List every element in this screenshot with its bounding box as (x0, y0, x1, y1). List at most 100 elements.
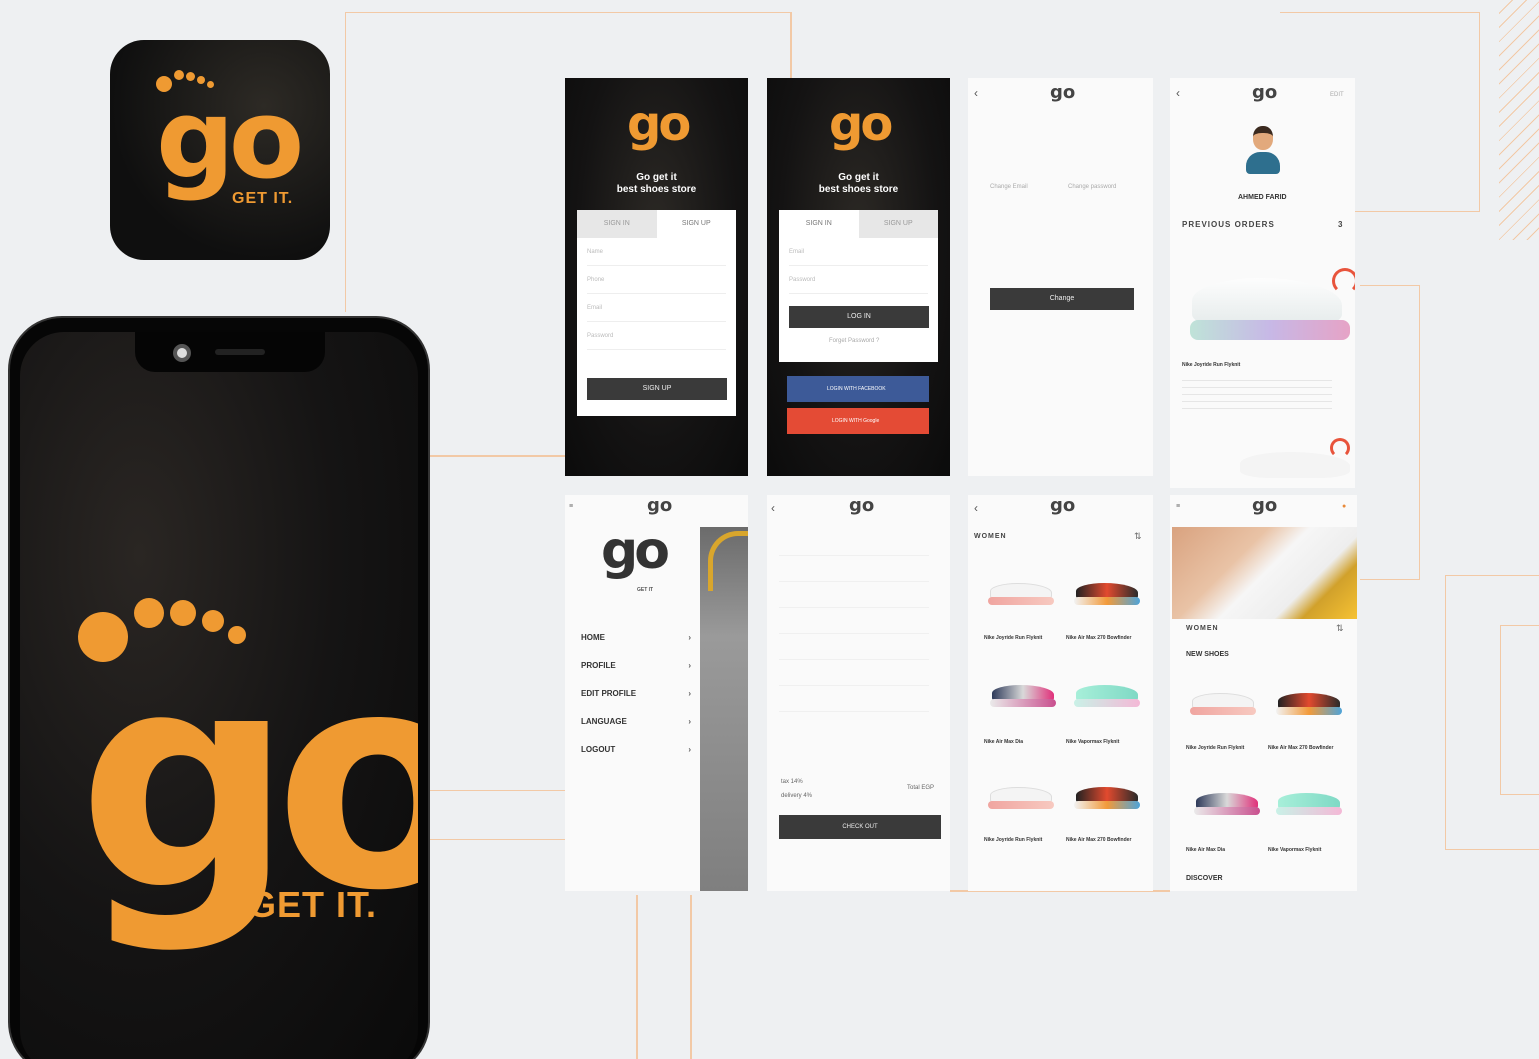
menu-item-language[interactable]: LANGUAGE › (581, 717, 691, 726)
product-image[interactable] (1274, 791, 1344, 819)
product-image[interactable] (986, 581, 1056, 609)
app-icon-tagline: GET IT. (232, 190, 294, 207)
menu-overlay-content (700, 527, 748, 891)
login-button[interactable]: LOG IN (789, 306, 929, 328)
orders-count: 3 (1338, 220, 1344, 229)
product-name: Nike Joyride Run Flyknit (984, 635, 1043, 641)
menu-icon[interactable]: ≡ (569, 503, 573, 510)
decor-line (690, 895, 692, 1059)
back-icon[interactable]: ‹ (974, 86, 978, 100)
screen-logo: go (627, 96, 691, 152)
power-button[interactable] (428, 528, 430, 638)
delivery-label: delivery 4% (781, 793, 813, 799)
product-image[interactable] (986, 785, 1056, 813)
change-credentials-screen: ‹ go Change Email Change password Change (968, 78, 1153, 476)
brand-title: Go get it (838, 172, 879, 183)
name-field[interactable]: Name (587, 238, 726, 266)
brand-subtitle: best shoes store (818, 184, 899, 195)
product-name: Nike Air Max 270 Bowfinder (1268, 745, 1334, 751)
tab-change-password[interactable]: Change password (1068, 184, 1116, 190)
menu-screen: ≡ go go GET IT HOME › PROFILE › EDIT PROFI… (565, 495, 748, 891)
password-field[interactable]: Password (587, 322, 726, 350)
edit-link[interactable]: EDIT (1330, 92, 1344, 98)
discover-heading: DISCOVER (1186, 875, 1223, 882)
logo: go (156, 70, 304, 194)
menu-item-logout[interactable]: LOGOUT › (581, 745, 691, 754)
chevron-right-icon: › (688, 661, 691, 670)
header-logo: go (647, 495, 673, 516)
brand-title: Go get it (636, 172, 677, 183)
chevron-right-icon: › (688, 689, 691, 698)
order-product-name: Nike Joyride Run Flyknit (1182, 362, 1241, 368)
tab-change-email[interactable]: Change Email (990, 184, 1028, 190)
product-image[interactable] (1072, 683, 1142, 711)
filter-icon[interactable]: ⇅ (1134, 531, 1142, 542)
volume-button[interactable] (428, 678, 430, 738)
filter-icon[interactable]: ⇅ (1336, 623, 1344, 634)
forgot-password-link[interactable]: Forget Password ? (829, 338, 879, 344)
women-products-screen: ‹ go WOMEN ⇅ Nike Joyride Run Flyknit Ni… (968, 495, 1153, 891)
tab-signup[interactable]: SIGN UP (858, 210, 938, 238)
decor-line (790, 12, 792, 82)
menu-item-profile[interactable]: PROFILE › (581, 661, 691, 670)
decor-line (430, 790, 565, 840)
product-name: Nike Joyride Run Flyknit (1186, 745, 1245, 751)
back-icon[interactable]: ‹ (1176, 86, 1180, 100)
product-name: Nike Air Max 270 Bowfinder (1066, 837, 1132, 843)
menu-logo: go (601, 521, 670, 581)
menu-icon[interactable]: ≡ (1176, 503, 1180, 510)
category-heading: WOMEN (1186, 625, 1219, 632)
facebook-login-button[interactable]: LOGIN WITH FACEBOOK (787, 376, 929, 402)
phone-mockup: go GET IT. (8, 316, 430, 1059)
splash-tagline: GET IT. (248, 884, 378, 925)
signup-button[interactable]: SIGN UP (587, 378, 727, 400)
total-label: Total EGP (907, 785, 935, 791)
product-image[interactable] (1188, 691, 1258, 719)
chevron-right-icon: › (688, 745, 691, 754)
previous-orders-heading: PREVIOUS ORDERS (1182, 220, 1275, 229)
menu-item-edit-profile[interactable]: EDIT PROFILE › (581, 689, 691, 698)
header-logo: go (849, 495, 875, 516)
tax-label: tax 14% (781, 779, 803, 785)
menu-item-home[interactable]: HOME › (581, 633, 691, 642)
home-screen: ≡ go ● WOMEN ⇅ NEW SHOES Nike Joyride Ru… (1170, 495, 1357, 891)
email-field[interactable]: Email (587, 294, 726, 322)
chevron-right-icon: › (688, 633, 691, 642)
login-card: SIGN IN SIGN UP Email Password LOG IN Fo… (779, 210, 938, 362)
product-name: Nike Air Max Dia (984, 739, 1023, 745)
google-login-button[interactable]: LOGIN WITH Google (787, 408, 929, 434)
order-description (1182, 380, 1332, 410)
product-image[interactable] (1072, 581, 1142, 609)
header-logo: go (1252, 495, 1278, 516)
header-logo: go (1050, 495, 1076, 516)
user-name: AHMED FARID (1238, 194, 1287, 201)
product-image[interactable] (988, 683, 1058, 711)
product-name: Nike Air Max 270 Bowfinder (1066, 635, 1132, 641)
tab-signup[interactable]: SIGN UP (656, 210, 736, 238)
tab-signin[interactable]: SIGN IN (577, 210, 657, 238)
product-image[interactable] (1274, 691, 1344, 719)
phone-field[interactable]: Phone (587, 266, 726, 294)
signup-card: SIGN IN SIGN UP Name Phone Email Passwor… (577, 210, 736, 416)
decor-line (636, 895, 638, 1059)
speaker (215, 349, 265, 355)
decor-line (1360, 285, 1420, 580)
product-image[interactable] (1192, 791, 1262, 819)
back-icon[interactable]: ‹ (974, 501, 978, 515)
checkout-button[interactable]: CHECK OUT (779, 815, 941, 839)
tab-signin[interactable]: SIGN IN (779, 210, 859, 238)
back-icon[interactable]: ‹ (771, 501, 775, 515)
brand-subtitle: best shoes store (616, 184, 697, 195)
password-field[interactable]: Password (789, 266, 928, 294)
product-image[interactable] (1072, 785, 1142, 813)
profile-screen: ‹ go EDIT AHMED FARID PREVIOUS ORDERS 3 … (1170, 78, 1355, 488)
splash-screen: go GET IT. (20, 332, 418, 1059)
cart-icon[interactable]: ● (1342, 503, 1346, 510)
change-button[interactable]: Change (990, 288, 1134, 310)
decor-hatch (1499, 0, 1539, 240)
decor-line (1500, 625, 1539, 795)
login-screen: go Go get it best shoes store SIGN IN SI… (767, 78, 950, 476)
email-field[interactable]: Email (789, 238, 928, 266)
checkout-form (779, 555, 929, 725)
menu-tagline: GET IT (637, 587, 654, 593)
